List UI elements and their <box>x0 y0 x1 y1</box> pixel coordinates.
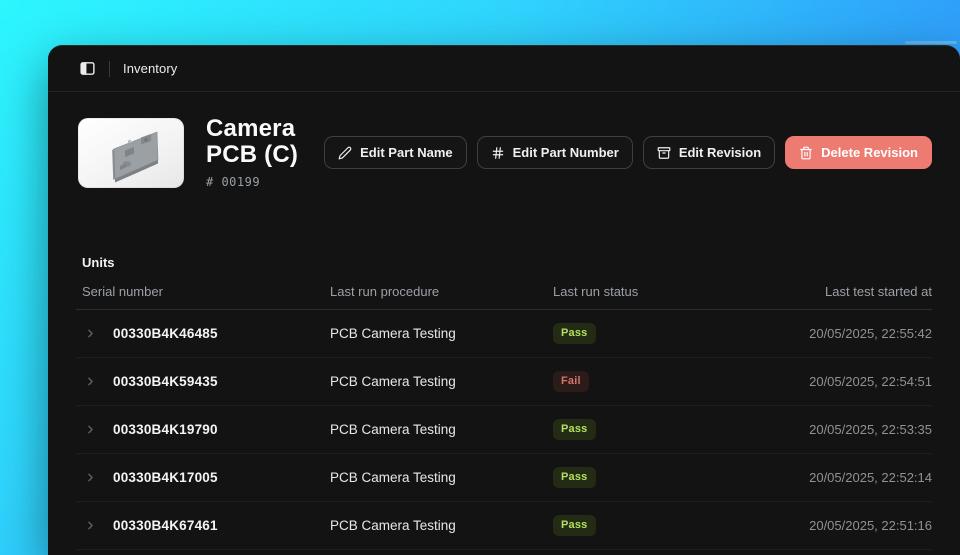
status-badge: Pass <box>553 515 596 536</box>
chevron-right-icon[interactable] <box>84 327 100 340</box>
column-header-last-test-started-at: Last test started at <box>753 284 932 299</box>
last-run-procedure: PCB Camera Testing <box>330 326 553 341</box>
last-test-started-at: 20/05/2025, 22:53:35 <box>753 422 932 437</box>
chevron-right-icon[interactable] <box>84 423 100 436</box>
background-window-edge <box>905 41 957 44</box>
last-test-started-at: 20/05/2025, 22:52:14 <box>753 470 932 485</box>
last-test-started-at: 20/05/2025, 22:55:42 <box>753 326 932 341</box>
table-header-row: Serial number Last run procedure Last ru… <box>76 280 932 310</box>
page-title: Camera PCB (C) <box>206 116 324 168</box>
status-badge: Pass <box>553 323 596 344</box>
edit-part-name-button[interactable]: Edit Part Name <box>324 136 466 169</box>
chevron-right-icon[interactable] <box>84 375 100 388</box>
status-badge: Fail <box>553 371 589 392</box>
column-header-serial-number: Serial number <box>76 284 330 299</box>
part-number: # 00199 <box>206 175 324 189</box>
units-section: Units Serial number Last run procedure L… <box>48 255 960 550</box>
units-table: Serial number Last run procedure Last ru… <box>76 280 932 550</box>
serial-number: 00330B4K17005 <box>113 470 218 485</box>
table-row[interactable]: 00330B4K46485 PCB Camera Testing Pass 20… <box>76 310 932 358</box>
part-header: Camera PCB (C) # 00199 Edit Part Name Ed… <box>48 92 960 189</box>
sidebar-panel-icon <box>79 60 96 77</box>
last-test-started-at: 20/05/2025, 22:51:16 <box>753 518 932 533</box>
pcb-3d-render-image <box>78 118 184 188</box>
desktop-background: Inventory Camera PCB (C) # 00199 <box>0 0 960 555</box>
status-badge: Pass <box>553 419 596 440</box>
part-actions: Edit Part Name Edit Part Number Edit Rev… <box>324 136 932 169</box>
app-window: Inventory Camera PCB (C) # 00199 <box>48 45 960 555</box>
table-row[interactable]: 00330B4K17005 PCB Camera Testing Pass 20… <box>76 454 932 502</box>
serial-number: 00330B4K19790 <box>113 422 218 437</box>
pencil-icon <box>338 146 352 160</box>
chevron-right-icon[interactable] <box>84 519 100 532</box>
last-run-procedure: PCB Camera Testing <box>330 470 553 485</box>
table-row[interactable]: 00330B4K67461 PCB Camera Testing Pass 20… <box>76 502 932 550</box>
part-meta: Camera PCB (C) # 00199 <box>206 116 324 189</box>
sidebar-toggle-button[interactable] <box>78 60 96 78</box>
chevron-right-icon[interactable] <box>84 471 100 484</box>
serial-number: 00330B4K46485 <box>113 326 218 341</box>
hash-icon <box>491 146 505 160</box>
last-run-procedure: PCB Camera Testing <box>330 422 553 437</box>
table-body: 00330B4K46485 PCB Camera Testing Pass 20… <box>76 310 932 550</box>
part-thumbnail[interactable] <box>78 118 184 188</box>
topbar-divider <box>109 61 110 77</box>
edit-part-number-button[interactable]: Edit Part Number <box>477 136 633 169</box>
topbar: Inventory <box>48 46 960 92</box>
last-run-procedure: PCB Camera Testing <box>330 518 553 533</box>
serial-number: 00330B4K67461 <box>113 518 218 533</box>
table-row[interactable]: 00330B4K19790 PCB Camera Testing Pass 20… <box>76 406 932 454</box>
delete-revision-button[interactable]: Delete Revision <box>785 136 932 169</box>
column-header-last-run-procedure: Last run procedure <box>330 284 553 299</box>
serial-number: 00330B4K59435 <box>113 374 218 389</box>
last-run-procedure: PCB Camera Testing <box>330 374 553 389</box>
breadcrumb: Inventory <box>123 61 177 76</box>
trash-icon <box>799 146 813 160</box>
archive-icon <box>657 146 671 160</box>
edit-revision-button[interactable]: Edit Revision <box>643 136 775 169</box>
status-badge: Pass <box>553 467 596 488</box>
units-section-label: Units <box>76 255 932 270</box>
column-header-last-run-status: Last run status <box>553 284 753 299</box>
last-test-started-at: 20/05/2025, 22:54:51 <box>753 374 932 389</box>
table-row[interactable]: 00330B4K59435 PCB Camera Testing Fail 20… <box>76 358 932 406</box>
